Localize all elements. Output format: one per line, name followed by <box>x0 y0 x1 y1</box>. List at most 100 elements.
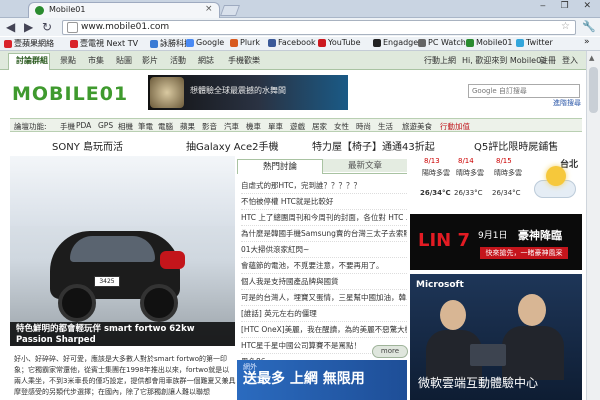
category-link[interactable]: 生活 <box>378 121 393 132</box>
lin-game-ad[interactable]: LIN 7 9月1日 豪神降臨 快來搶先，一睹豪神風采 <box>410 214 582 270</box>
category-link: 論壇功能: <box>14 122 47 131</box>
site-nav: 討論群組 景點 市集 貼圖 影片 活動 網誌 手機歡樂 行動上網 Hi, 歡迎來到 Mobile0… <box>0 51 600 70</box>
search-input[interactable]: Google 自訂搜尋 <box>468 84 580 98</box>
category-link[interactable]: 手機 <box>60 121 75 132</box>
microsoft-ad[interactable]: Microsoft 微軟雲端互動體驗中心 <box>410 274 582 400</box>
right-nav-item[interactable]: 登入 <box>562 55 578 66</box>
tab-hot-topics[interactable]: 熱門討論 <box>237 159 323 174</box>
category-link[interactable]: 電腦 <box>158 121 173 132</box>
bookmark-star-icon[interactable]: ☆ <box>561 21 570 32</box>
right-nav-item[interactable]: 行動上網 <box>424 55 456 66</box>
forward-icon[interactable]: ▶ <box>24 20 33 34</box>
category-link[interactable]: 旅遊美食 <box>402 121 432 132</box>
bookmarks-more-icon[interactable]: » <box>584 37 590 47</box>
hot-topic-link[interactable]: 不怕被停權 HTC就是比較好 <box>241 194 407 210</box>
bookmark-favicon-icon <box>150 39 158 48</box>
category-link[interactable]: 影音 <box>202 121 217 132</box>
mobile01-logo[interactable]: MOBILE01 <box>12 83 128 105</box>
bookmark-item[interactable]: YouTube <box>318 38 361 47</box>
bookmark-item[interactable]: 壹蘋果網絡 <box>4 38 54 49</box>
category-link[interactable]: 機車 <box>246 121 261 132</box>
category-link[interactable]: 筆電 <box>138 121 153 132</box>
hot-topic-link[interactable]: 為什麼是韓國手機Samsung賣的台灣三太子去索賠？ <box>241 226 407 242</box>
header-banner-ad[interactable]: 想體驗全球最震撼的水舞間 <box>148 75 348 110</box>
bookmark-item[interactable]: Google <box>186 38 224 47</box>
category-link[interactable]: GPS <box>98 121 113 130</box>
bookmark-item[interactable]: 壹電視 Next TV <box>70 38 138 49</box>
bookmark-item[interactable]: Twitter <box>516 38 553 47</box>
lin-cta-button[interactable]: 快來搶先，一睹豪神風采 <box>480 247 568 259</box>
site-nav-item[interactable]: 影片 <box>142 55 158 66</box>
headline-link[interactable]: SONY 島玩而活 <box>52 138 123 153</box>
scroll-up-icon[interactable]: ▲ <box>589 54 594 62</box>
category-link[interactable]: 時尚 <box>356 121 371 132</box>
wrench-icon[interactable]: 🔧 <box>582 20 596 33</box>
page-icon <box>67 22 78 33</box>
bookmark-favicon-icon <box>418 38 426 47</box>
category-bar: 論壇功能: 手機 PDA GPS 相機 筆電 電腦 蘋果 影音 汽車 機車 單車 遊戲 居家 女性 時尚 生活旅… <box>10 118 582 132</box>
headline-link[interactable]: Q5評比限時屍鋪售 <box>474 138 558 153</box>
feature-caption-bar[interactable]: 特色鮮明的都會輕玩伴 smart fortwo 62kw Passion Sha… <box>10 322 235 346</box>
person-head <box>518 294 546 326</box>
feature-caption[interactable]: 特色鮮明的都會輕玩伴 smart fortwo 62kw Passion Sha… <box>16 324 231 346</box>
microsoft-ad-title: 微軟雲端互動體驗中心 <box>418 376 539 390</box>
bookmark-item[interactable]: Facebook <box>268 38 316 47</box>
feature-image[interactable]: 3425 <box>10 156 235 346</box>
category-link[interactable]: 女性 <box>334 121 349 132</box>
window-controls[interactable]: ‒ ❐ ✕ <box>540 1 597 11</box>
bookmark-item[interactable]: Plurk <box>230 38 260 47</box>
url-text[interactable]: www.mobile01.com <box>81 22 169 32</box>
hot-topic-link[interactable]: [誰話] 英元左右的僵理 <box>241 306 407 322</box>
weather-temp: 26/34°C <box>492 189 521 197</box>
broadband-ad[interactable]: 網外 送最多 上網 無限用 <box>237 360 407 400</box>
back-icon[interactable]: ◀ <box>6 20 15 34</box>
tab-close-icon[interactable]: × <box>205 4 213 14</box>
hot-topic-link[interactable]: 自虐式的那HTC，完到誰？？？？？ <box>241 178 407 194</box>
hot-topic-link[interactable]: [HTC OneX]美麗，我在醒讀，為的美麗不惡驚大機... <box>241 322 407 338</box>
site-nav-item[interactable]: 討論群組 <box>16 55 48 66</box>
hot-topic-link[interactable]: 可是的台灣人，埋寶又蛋情，三星幫中國加油，韓... <box>241 290 407 306</box>
site-nav-item[interactable]: 景點 <box>60 55 76 66</box>
site-nav-item[interactable]: 貼圖 <box>116 55 132 66</box>
hot-topic-link[interactable]: 個人我是支持國產品牌與國貨 <box>241 274 407 290</box>
right-nav-item[interactable]: Hi, 歡迎來到 Mobile01 <box>462 55 546 66</box>
bookmark-item[interactable]: Mobile01 <box>466 38 512 47</box>
lin-date: 9月1日 <box>478 231 508 241</box>
hot-topic-link[interactable]: 01大掃供滾家紅閃~ <box>241 242 407 258</box>
site-nav-item[interactable]: 活動 <box>170 55 186 66</box>
category-link[interactable]: 居家 <box>312 121 327 132</box>
bookmark-label: YouTube <box>328 38 361 47</box>
weather-temp: 26/33°C <box>454 189 483 197</box>
site-nav-item[interactable]: 市集 <box>88 55 104 66</box>
page-scrollbar[interactable]: ▲ <box>586 51 600 400</box>
category-link[interactable]: 行動加值 <box>440 121 470 132</box>
more-button[interactable]: more <box>372 345 408 358</box>
tab-latest-articles[interactable]: 最新文章 <box>323 159 407 172</box>
category-link[interactable]: 汽車 <box>224 121 239 132</box>
bookmark-item[interactable]: PC Watch <box>418 38 466 47</box>
reload-icon[interactable]: ↻ <box>42 20 52 34</box>
category-link[interactable]: 單車 <box>268 121 283 132</box>
advanced-search-link[interactable]: 進階搜尋 <box>553 98 581 108</box>
right-nav-item[interactable]: 註冊 <box>540 55 556 66</box>
lin-logo: LIN 7 <box>418 230 471 251</box>
browser-tab[interactable]: Mobile01 × <box>28 2 220 18</box>
category-link[interactable]: 蘋果 <box>180 121 195 132</box>
person-head <box>440 300 466 330</box>
bookmark-label: 壹電視 Next TV <box>80 39 139 48</box>
headline-link[interactable]: 抽Galaxy Ace2手機 <box>186 138 278 153</box>
category-link[interactable]: 相機 <box>118 121 133 132</box>
weather-desc: 晴時多雲 <box>494 169 522 177</box>
new-tab-button[interactable] <box>219 5 241 16</box>
hot-topic-link[interactable]: HTC 上了總團周刊和今周刊的封面，各位對 HTC ... <box>241 210 407 226</box>
scroll-thumb[interactable] <box>589 67 598 113</box>
site-nav-item[interactable]: 網誌 <box>198 55 214 66</box>
bookmark-item[interactable]: Engadget <box>373 38 421 47</box>
lin-title: 豪神降臨 <box>518 229 562 242</box>
category-link[interactable]: 遊戲 <box>290 121 305 132</box>
headline-link[interactable]: 特力屋【椅子】通通43折起 <box>312 138 435 153</box>
address-bar[interactable]: www.mobile01.com ☆ <box>62 20 576 35</box>
hot-topic-link[interactable]: 會蘊節的電池，不覓要注意，不要再用了。 <box>241 258 407 274</box>
category-link[interactable]: PDA <box>76 121 91 130</box>
site-nav-item[interactable]: 手機歡樂 <box>228 55 260 66</box>
